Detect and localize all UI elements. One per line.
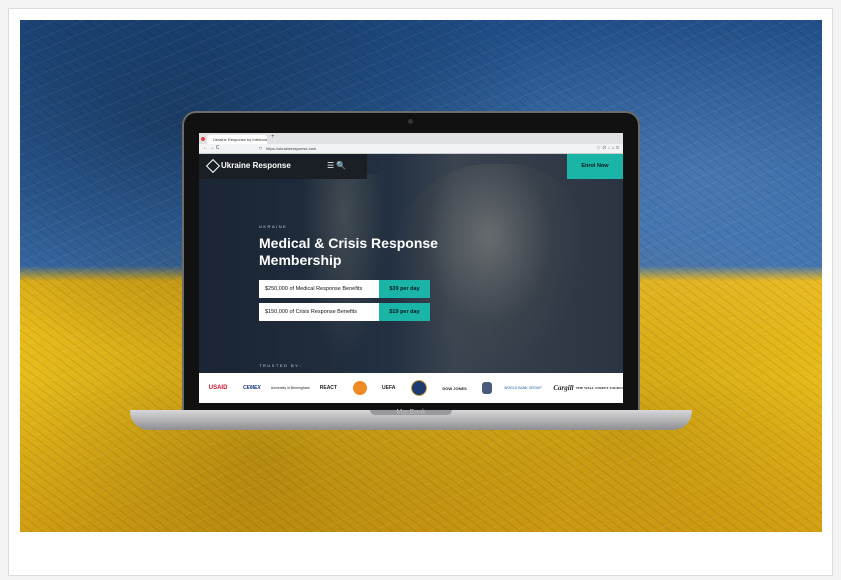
usaid-logo: USAID [208,385,228,391]
wsj-logo: THE WALL STREET JOURNAL [575,386,623,390]
trusted-by-label: TRUSTED BY: [259,363,302,368]
cargill-logo: Cargill [553,384,574,392]
laptop-lid: Ukraine Response by Interlock + ← → C ⛉ h… [182,111,640,413]
offer-row[interactable]: $250,000 of Medical Response Benefits $3… [259,280,430,298]
world-bank-logo: WORLD BANK GROUP [504,386,542,390]
site-navbar: Ukraine Response ☰ 🔍 [199,154,367,179]
site-logo[interactable]: Ukraine Response [221,161,291,170]
browser-tab[interactable]: Ukraine Response by Interlock [207,135,267,144]
browser-toolbar: ← → C ⛉ https://ukraineresponse.com ☆ ⊙ ↓… [199,144,623,154]
crest-logo-icon [482,382,493,394]
cemex-logo: CEMEX [242,385,261,391]
orange-circle-logo-icon [352,381,367,395]
birmingham-logo: University of Birmingham [270,386,310,390]
seal-logo-icon [410,380,427,396]
enrol-now-button[interactable]: Enrol Now [567,154,623,179]
offer-price[interactable]: $39 per day [379,280,430,298]
laptop-screen: Ukraine Response by Interlock + ← → C ⛉ h… [199,133,623,403]
react-logo: REACT [319,385,337,391]
diamond-logo-icon [205,158,221,174]
offer-price[interactable]: $19 per day [379,303,430,321]
browser-tab-bar: Ukraine Response by Interlock + [199,133,623,144]
statue-arm-image [299,174,389,374]
recording-dot-icon [201,137,205,141]
webcam-icon [408,119,413,124]
new-tab-button[interactable]: + [271,134,275,140]
website-hero: Ukraine Response ☰ 🔍 Enrol Now UKRAINE M… [199,154,623,403]
menu-search-icons[interactable]: ☰ 🔍 [327,161,346,170]
browser-toolbar-icons[interactable]: ☆ ⊙ ↓ ⌂ ≡ [596,144,619,153]
url-text: https://ukraineresponse.com [266,146,317,151]
client-logo-strip: USAID CEMEX University of Birmingham REA… [199,373,623,403]
offer-text: $250,000 of Medical Response Benefits [259,280,379,298]
nav-arrows-icon[interactable]: ← → C [203,144,219,153]
hero-headline: Medical & Crisis Response Membership [259,235,438,268]
dow-jones-logo: DOW JONES [442,385,467,391]
statue-image [389,164,589,374]
device-label: MacBook [396,409,426,416]
address-bar[interactable]: ⛉ https://ukraineresponse.com [259,145,559,152]
hero-eyebrow: UKRAINE [259,224,288,229]
uefa-logo: UEFA [382,385,396,391]
shield-icon: ⛉ [259,146,262,151]
offer-text: $150,000 of Crisis Response Benefits [259,303,379,321]
offer-row[interactable]: $150,000 of Crisis Response Benefits $19… [259,303,430,321]
